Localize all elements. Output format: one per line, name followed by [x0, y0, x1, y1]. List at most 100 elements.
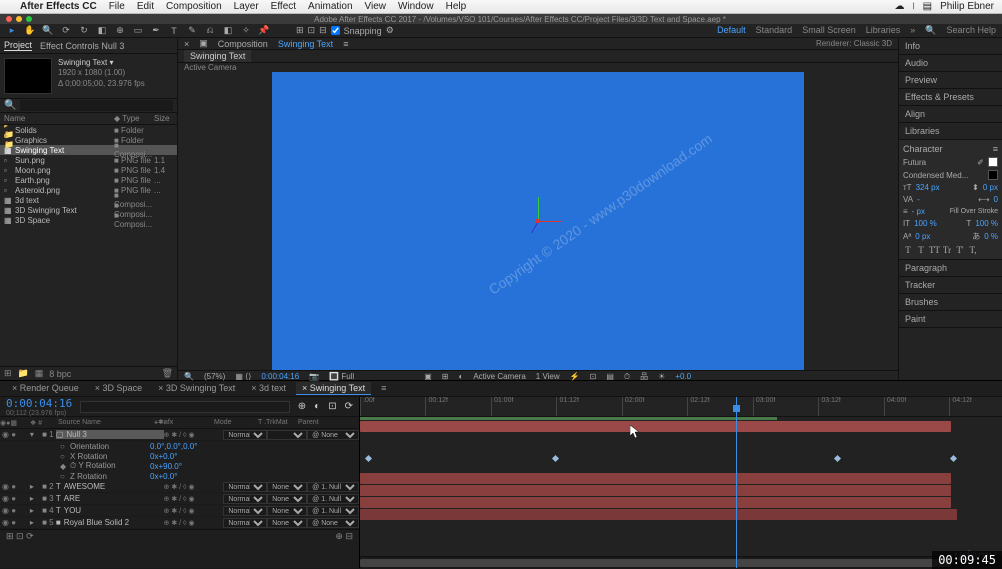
bpc-button[interactable]: 8 bpc	[49, 369, 71, 379]
keyframe-icon[interactable]	[950, 455, 957, 462]
font-select[interactable]: Futura	[903, 158, 973, 167]
search-help-icon[interactable]: 🔍	[925, 25, 936, 36]
tsume[interactable]: 0 %	[984, 232, 998, 241]
type-tool-icon[interactable]: T	[168, 25, 180, 37]
keyframe-icon[interactable]	[834, 455, 841, 462]
timeline-menu-icon[interactable]: ≡	[375, 382, 392, 395]
stroke-order[interactable]: Fill Over Stroke	[950, 208, 998, 215]
vscale[interactable]: 100 %	[914, 219, 937, 228]
menubar-extra-icon[interactable]: ▤	[923, 1, 932, 12]
parent-select[interactable]: @ None	[307, 518, 359, 528]
tl-icon-1[interactable]: ⊕	[298, 401, 306, 412]
project-item[interactable]: ▦3D Space■ Composi...	[0, 215, 177, 225]
exposure-value[interactable]: +0.0	[675, 372, 691, 381]
layer-bar[interactable]	[360, 485, 951, 496]
pixel-aspect-icon[interactable]: ▤	[606, 372, 614, 381]
tracking[interactable]: 0	[994, 195, 998, 204]
timeline-tab[interactable]: × 3D Space	[89, 382, 148, 395]
current-timecode[interactable]: 0:00:04:16	[6, 397, 72, 410]
exposure-reset-icon[interactable]: ☀	[658, 372, 665, 381]
comp-menu-icon[interactable]: ≡	[343, 39, 348, 49]
panel-paragraph[interactable]: Paragraph	[899, 260, 1002, 277]
stroke-width[interactable]: - px	[912, 207, 925, 216]
layer-row[interactable]: ◉ ●▾■ 1▢Null 3⊕ ✱ / ◊ ◉Normal@ None	[0, 429, 359, 441]
project-item[interactable]: ▫Sun.png■ PNG file1.1	[0, 155, 177, 165]
layer-bar[interactable]	[360, 509, 957, 520]
timeline-tab[interactable]: × Swinging Text	[296, 382, 371, 395]
active-camera-label[interactable]: Active Camera	[184, 63, 236, 72]
comp-tab-title[interactable]: Swinging Text	[278, 39, 333, 49]
rotate-tool-icon[interactable]: ↻	[78, 25, 90, 37]
parent-select[interactable]: @ None	[307, 430, 359, 440]
axis-world-icon[interactable]: ⊡	[308, 25, 316, 36]
layer-row[interactable]: ◉ ●▸■ 5■Royal Blue Solid 2⊕ ✱ / ◊ ◉Norma…	[0, 517, 359, 529]
menu-file[interactable]: File	[109, 1, 125, 12]
font-size[interactable]: 324 px	[916, 183, 940, 192]
new-comp-icon[interactable]: ▦	[35, 368, 44, 379]
eyedropper-icon[interactable]: ✐	[977, 158, 984, 167]
property-row[interactable]: ◆⏱ Y Rotation0x+90.0°	[0, 461, 359, 471]
menu-animation[interactable]: Animation	[308, 1, 352, 12]
axis-view-icon[interactable]: ⊟	[319, 25, 327, 36]
text-style-5[interactable]: T,	[968, 245, 978, 255]
layer-bar[interactable]	[360, 421, 951, 432]
shape-tool-icon[interactable]: ▭	[132, 25, 144, 37]
mode-select[interactable]: Normal	[223, 482, 267, 492]
workspace-standard[interactable]: Standard	[756, 25, 793, 36]
project-item[interactable]: ▫Moon.png■ PNG file1.4	[0, 165, 177, 175]
channels-icon[interactable]: ◐	[458, 372, 463, 381]
roi-icon[interactable]: ▣	[424, 372, 432, 381]
camera-tool-icon[interactable]: ◧	[96, 25, 108, 37]
new-folder-icon[interactable]: 📁	[18, 368, 29, 379]
menu-layer[interactable]: Layer	[234, 1, 259, 12]
text-style-2[interactable]: TT	[929, 245, 939, 255]
col-av[interactable]: ◉●▦	[0, 419, 30, 427]
fill-swatch[interactable]	[988, 157, 998, 167]
tl-icon-4[interactable]: ⟳	[345, 401, 353, 412]
tl-icon-2[interactable]: ◐	[314, 401, 320, 412]
col-source[interactable]: Source Name	[54, 419, 154, 426]
panel-tracker[interactable]: Tracker	[899, 277, 1002, 294]
panel-brushes[interactable]: Brushes	[899, 294, 1002, 311]
parent-select[interactable]: @ 1. Null 3	[307, 506, 359, 516]
gizmo-y-axis-icon[interactable]	[538, 197, 539, 221]
panel-libraries[interactable]: Libraries	[899, 123, 1002, 140]
mode-select[interactable]: Normal	[223, 494, 267, 504]
navigator-handle[interactable]	[360, 559, 951, 567]
window-minimize[interactable]	[16, 16, 22, 22]
layer-bar[interactable]	[360, 473, 951, 484]
comp-fav-icon[interactable]: ▣	[199, 38, 208, 49]
panel-audio[interactable]: Audio	[899, 55, 1002, 72]
layer-row[interactable]: ◉ ●▸■ 2TAWESOME⊕ ✱ / ◊ ◉NormalNone@ 1. N…	[0, 481, 359, 493]
camera-select[interactable]: Active Camera	[473, 372, 525, 381]
property-row[interactable]: ○Z Rotation0x+0.0°	[0, 471, 359, 481]
character-title[interactable]: Character	[903, 144, 943, 154]
snap-options-icon[interactable]: ⚙	[386, 25, 394, 36]
timeline-tab[interactable]: × 3d text	[245, 382, 292, 395]
menu-view[interactable]: View	[365, 1, 387, 12]
renderer-value[interactable]: Classic 3D	[854, 39, 892, 48]
snapping-checkbox[interactable]	[331, 26, 340, 35]
layer-row[interactable]: ◉ ●▸■ 3TARE⊕ ✱ / ◊ ◉NormalNone@ 1. Null …	[0, 493, 359, 505]
zoom-tool-icon[interactable]: 🔍	[42, 25, 54, 37]
mode-select[interactable]: Normal	[223, 506, 267, 516]
property-row[interactable]: ○X Rotation0x+0.0°	[0, 451, 359, 461]
orbit-tool-icon[interactable]: ⟳	[60, 25, 72, 37]
composition-viewer[interactable]: Copyright © 2020 - www.p30download.com	[178, 72, 898, 370]
text-style-0[interactable]: T	[903, 245, 913, 255]
text-style-4[interactable]: T'	[955, 245, 965, 255]
trkmat-select[interactable]: None	[267, 518, 307, 528]
font-style-select[interactable]: Condensed Med...	[903, 171, 984, 180]
menu-help[interactable]: Help	[446, 1, 467, 12]
menu-composition[interactable]: Composition	[166, 1, 222, 12]
panel-align[interactable]: Align	[899, 106, 1002, 123]
workspace-more-icon[interactable]: »	[910, 25, 915, 36]
kerning[interactable]: -	[917, 195, 920, 204]
puppet-tool-icon[interactable]: 📌	[258, 25, 270, 37]
col-switches[interactable]: ⚹✱⧈fx	[154, 419, 214, 427]
current-time-indicator[interactable]	[736, 397, 737, 568]
property-row[interactable]: ○Orientation0.0°,0.0°,0.0°	[0, 441, 359, 451]
gizmo-origin-icon[interactable]	[536, 219, 540, 223]
parent-select[interactable]: @ 1. Null 3	[307, 482, 359, 492]
trkmat-select[interactable]: None	[267, 482, 307, 492]
